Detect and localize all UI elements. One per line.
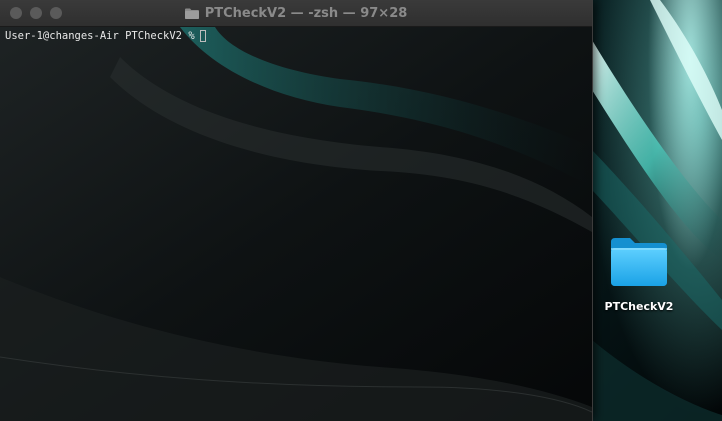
terminal-body[interactable]: User-1@changes-Air PTCheckV2 %: [0, 27, 592, 421]
folder-icon: [611, 238, 667, 286]
text-cursor: [199, 30, 206, 42]
folder-icon: [184, 8, 199, 19]
desktop: PTCheckV2 — -zsh — 97×28 User-1@changes-…: [0, 0, 722, 421]
desktop-item-ptcheckv2[interactable]: PTCheckV2: [598, 234, 680, 313]
window-title-group: PTCheckV2 — -zsh — 97×28: [0, 0, 592, 26]
window-title: PTCheckV2 — -zsh — 97×28: [204, 5, 408, 21]
desktop-item-label: PTCheckV2: [604, 300, 674, 313]
terminal-background: [0, 27, 592, 421]
terminal-window[interactable]: PTCheckV2 — -zsh — 97×28 User-1@changes-…: [0, 0, 593, 421]
window-titlebar[interactable]: PTCheckV2 — -zsh — 97×28: [0, 0, 592, 27]
terminal-prompt-line[interactable]: User-1@changes-Air PTCheckV2 %: [5, 29, 206, 43]
terminal-prompt: User-1@changes-Air PTCheckV2 %: [5, 30, 195, 42]
